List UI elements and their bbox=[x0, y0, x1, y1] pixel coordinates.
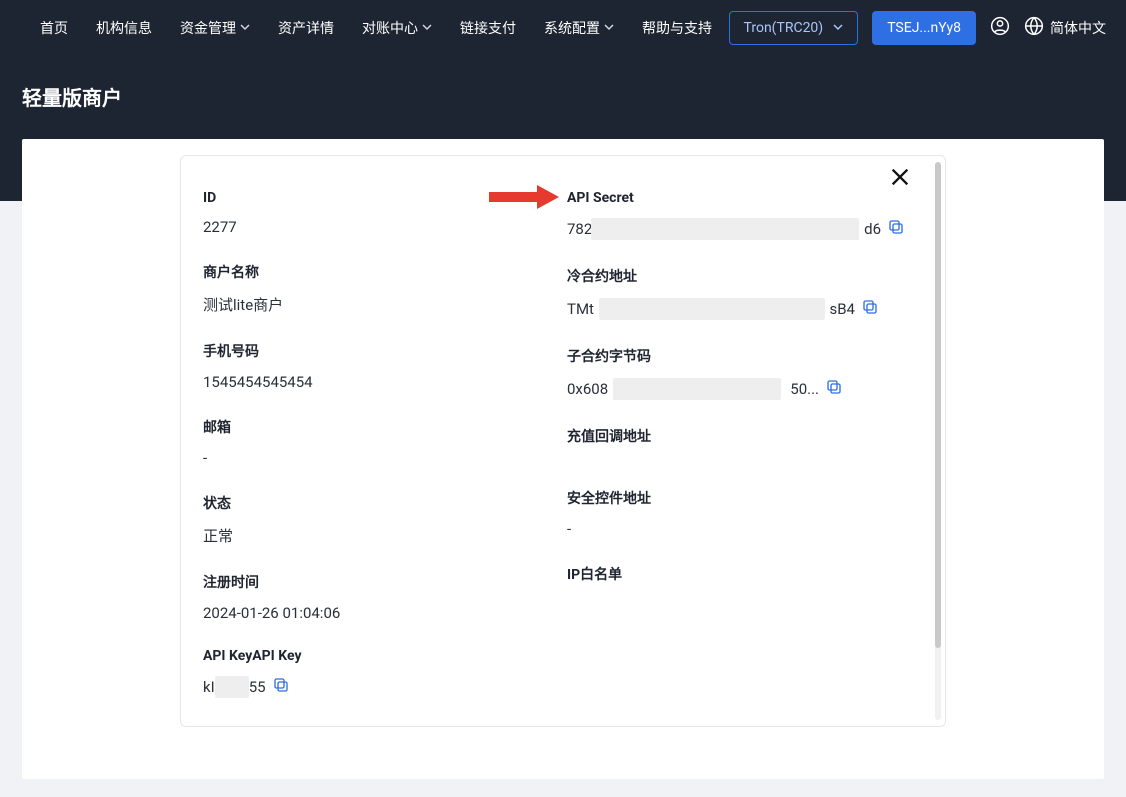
field-api-key: API KeyAPI Key kI55 bbox=[203, 648, 547, 698]
nav-org-info[interactable]: 机构信息 bbox=[96, 18, 152, 38]
chain-select-button[interactable]: Tron(TRC20) bbox=[729, 11, 859, 45]
label-security-addr: 安全控件地址 bbox=[567, 488, 911, 508]
label-cold-contract: 冷合约地址 bbox=[567, 266, 911, 286]
field-api-secret: API Secret 782d6 bbox=[567, 190, 911, 240]
value-phone: 1545454545454 bbox=[203, 373, 547, 391]
user-icon[interactable] bbox=[990, 16, 1010, 40]
value-api-key: kI55 bbox=[203, 676, 547, 698]
masked-value: 0x60850... bbox=[567, 380, 819, 398]
content-panel: ID 2277 商户名称 测试lite商户 手机号码 1545454545454… bbox=[22, 139, 1104, 779]
label-reg-time: 注册时间 bbox=[203, 572, 547, 592]
field-email: 邮箱 - bbox=[203, 417, 547, 467]
page-title: 轻量版商户 bbox=[22, 82, 1104, 111]
nav-pay-link[interactable]: 链接支付 bbox=[460, 18, 516, 38]
masked-value: TMtsB4 bbox=[567, 300, 855, 318]
chevron-down-icon bbox=[833, 20, 843, 36]
chevron-down-icon bbox=[604, 20, 614, 36]
nav-fund-mgmt[interactable]: 资金管理 bbox=[180, 18, 250, 38]
nav-right: Tron(TRC20) TSEJ...nYy8 简体中文 bbox=[729, 11, 1106, 45]
value-status: 正常 bbox=[203, 525, 547, 546]
value-reg-time: 2024-01-26 01:04:06 bbox=[203, 604, 547, 622]
copy-icon[interactable] bbox=[272, 676, 290, 698]
label-email: 邮箱 bbox=[203, 417, 547, 437]
nav-asset-detail[interactable]: 资产详情 bbox=[278, 18, 334, 38]
value-deposit-callback bbox=[567, 458, 911, 462]
label-api-secret: API Secret bbox=[567, 190, 911, 206]
value-security-addr: - bbox=[567, 520, 911, 538]
close-button[interactable] bbox=[889, 166, 911, 192]
masked-value: kI55 bbox=[203, 678, 266, 696]
label-phone: 手机号码 bbox=[203, 341, 547, 361]
value-cold-contract: TMtsB4 bbox=[567, 298, 911, 320]
label-api-key: API KeyAPI Key bbox=[203, 648, 547, 664]
value-sub-bytecode: 0x60850... bbox=[567, 378, 911, 400]
chevron-down-icon bbox=[240, 20, 250, 36]
nav-help[interactable]: 帮助与支持 bbox=[642, 18, 712, 38]
field-phone: 手机号码 1545454545454 bbox=[203, 341, 547, 391]
value-ip-whitelist bbox=[567, 596, 911, 600]
label-merchant-name: 商户名称 bbox=[203, 262, 547, 282]
detail-right-column: API Secret 782d6 冷合约地址 bbox=[567, 176, 911, 698]
masked-value: 782d6 bbox=[567, 220, 881, 238]
field-deposit-callback: 充值回调地址 bbox=[567, 426, 911, 462]
copy-icon[interactable] bbox=[861, 298, 879, 320]
nav-home[interactable]: 首页 bbox=[40, 18, 68, 38]
field-sub-bytecode: 子合约字节码 0x60850... bbox=[567, 346, 911, 400]
label-status: 状态 bbox=[203, 493, 547, 513]
field-cold-contract: 冷合约地址 TMtsB4 bbox=[567, 266, 911, 320]
chevron-down-icon bbox=[422, 20, 432, 36]
copy-icon[interactable] bbox=[887, 218, 905, 240]
value-id: 2277 bbox=[203, 218, 547, 236]
value-api-secret: 782d6 bbox=[567, 218, 911, 240]
nav-left: 首页 机构信息 资金管理 资产详情 对账中心 链接支付 系统配置 帮助与支持 bbox=[40, 18, 712, 38]
language-select[interactable]: 简体中文 bbox=[1024, 16, 1106, 40]
top-nav: 首页 机构信息 资金管理 资产详情 对账中心 链接支付 系统配置 帮助与支持 T… bbox=[0, 0, 1126, 56]
nav-sys-config[interactable]: 系统配置 bbox=[544, 18, 614, 38]
wallet-button[interactable]: TSEJ...nYy8 bbox=[872, 11, 976, 45]
scrollbar-thumb[interactable] bbox=[935, 162, 941, 648]
field-reg-time: 注册时间 2024-01-26 01:04:06 bbox=[203, 572, 547, 622]
label-deposit-callback: 充值回调地址 bbox=[567, 426, 911, 446]
label-ip-whitelist: IP白名单 bbox=[567, 564, 911, 584]
field-merchant-name: 商户名称 测试lite商户 bbox=[203, 262, 547, 315]
value-merchant-name: 测试lite商户 bbox=[203, 294, 547, 315]
field-id: ID 2277 bbox=[203, 190, 547, 236]
field-security-addr: 安全控件地址 - bbox=[567, 488, 911, 538]
close-icon bbox=[889, 166, 911, 188]
value-email: - bbox=[203, 449, 547, 467]
field-status: 状态 正常 bbox=[203, 493, 547, 546]
label-id: ID bbox=[203, 190, 547, 206]
nav-reconcile[interactable]: 对账中心 bbox=[362, 18, 432, 38]
copy-icon[interactable] bbox=[825, 378, 843, 400]
globe-icon bbox=[1024, 16, 1044, 40]
field-ip-whitelist: IP白名单 bbox=[567, 564, 911, 600]
detail-left-column: ID 2277 商户名称 测试lite商户 手机号码 1545454545454… bbox=[203, 176, 547, 698]
modal-scrollbar[interactable] bbox=[935, 162, 941, 720]
label-sub-bytecode: 子合约字节码 bbox=[567, 346, 911, 366]
merchant-detail-modal: ID 2277 商户名称 测试lite商户 手机号码 1545454545454… bbox=[180, 155, 946, 727]
